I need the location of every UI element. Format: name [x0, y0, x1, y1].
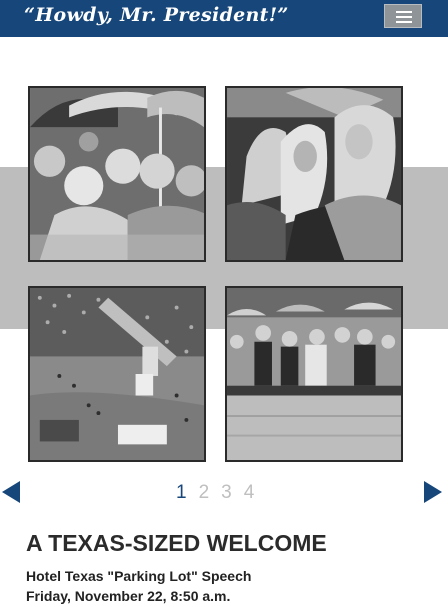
- photo-aerial-motorcade-crowd: [30, 288, 204, 460]
- page-link-3[interactable]: 3: [221, 482, 232, 504]
- photo-women-headscarves-rain: [227, 88, 401, 260]
- menu-toggle-button[interactable]: [384, 4, 422, 28]
- photo-crowd-women-umbrellas: [30, 88, 204, 260]
- article-title: A TEXAS-SIZED WELCOME: [26, 530, 327, 556]
- site-header: “Howdy, Mr. President!”: [0, 0, 448, 37]
- arrow-right-icon: [424, 481, 442, 503]
- article-subtitle: Hotel Texas "Parking Lot" Speech: [26, 568, 252, 584]
- page-link-4[interactable]: 4: [244, 482, 255, 504]
- hamburger-menu-icon: [396, 11, 412, 13]
- previous-page-button[interactable]: [0, 480, 24, 504]
- next-page-button[interactable]: [420, 480, 444, 504]
- gallery-photo-4[interactable]: [225, 286, 403, 462]
- gallery-photo-2[interactable]: [225, 86, 403, 262]
- photo-crowd-barrier-rain: [227, 288, 401, 460]
- arrow-left-icon: [2, 481, 20, 503]
- site-logo[interactable]: “Howdy, Mr. President!”: [24, 4, 289, 26]
- gallery-photo-3[interactable]: [28, 286, 206, 462]
- page-link-2[interactable]: 2: [199, 482, 210, 504]
- gallery-photo-1[interactable]: [28, 86, 206, 262]
- article-date: Friday, November 22, 8:50 a.m.: [26, 588, 231, 604]
- gallery-pagination: 1 2 3 4: [176, 482, 254, 504]
- page-link-1[interactable]: 1: [176, 482, 187, 504]
